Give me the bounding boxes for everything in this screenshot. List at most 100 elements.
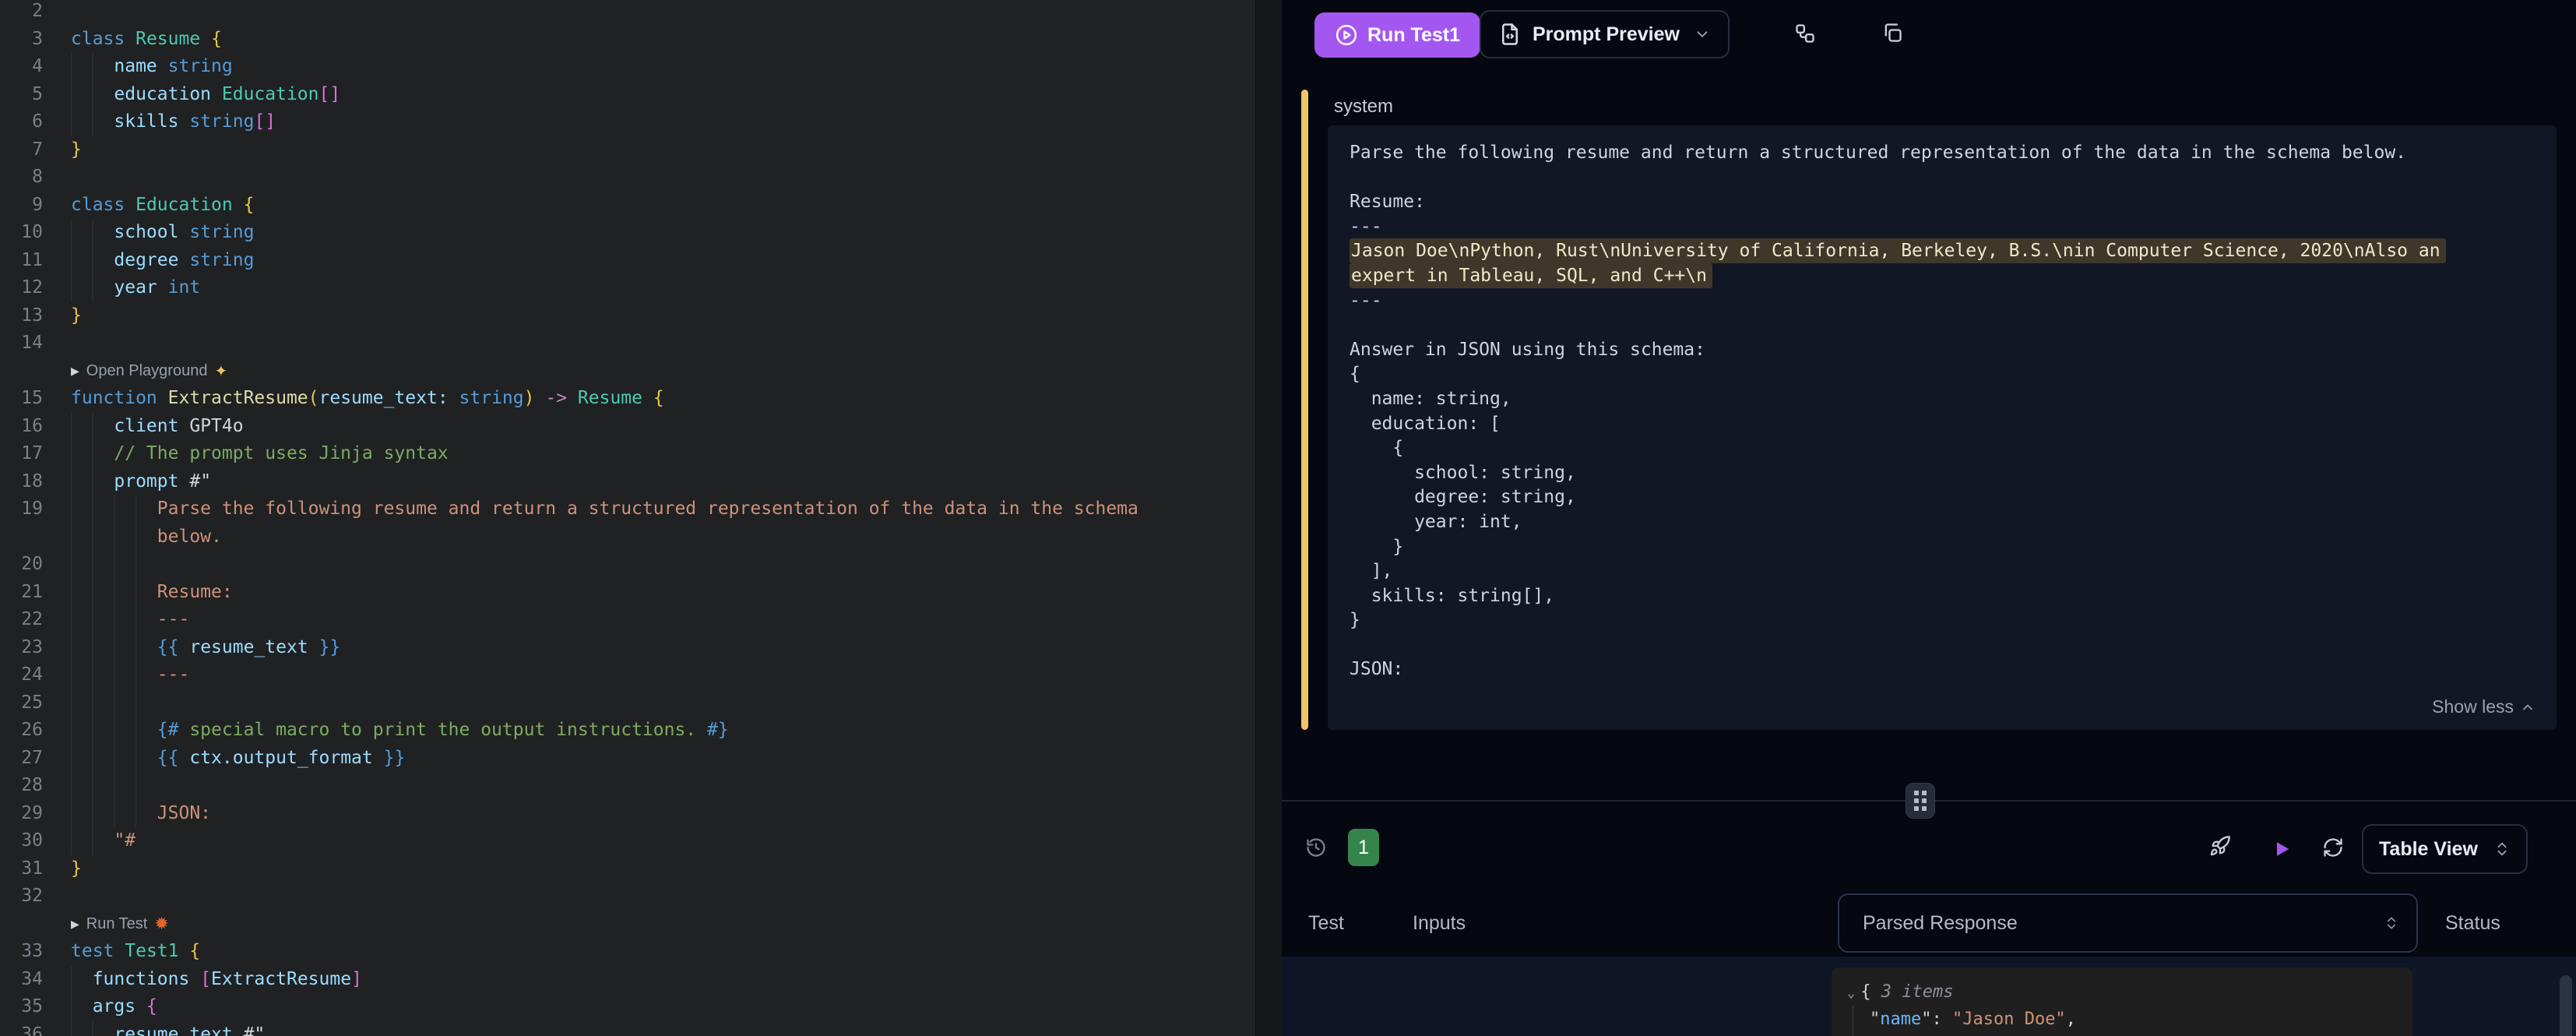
run-test-label: Run Test1 xyxy=(1367,24,1460,47)
prompt-text-line: --- xyxy=(1350,289,2557,314)
code-line: 30 "# xyxy=(0,827,1282,855)
code-line: 17 // The prompt uses Jinja syntax xyxy=(0,440,1282,468)
history-icon[interactable] xyxy=(1300,832,1332,863)
column-header-test: Test xyxy=(1308,912,1344,935)
prompt-text-line: year: int, xyxy=(1350,510,2557,535)
code-line: 8 xyxy=(0,164,1282,192)
code-line: 35 args { xyxy=(0,993,1282,1021)
copy-icon[interactable] xyxy=(1877,17,1908,48)
table-view-select[interactable]: Table View xyxy=(2362,824,2528,874)
code-line: 4 name string xyxy=(0,53,1282,81)
code-line: 7} xyxy=(0,136,1282,164)
lens-label: Run Test xyxy=(86,915,148,933)
prompt-preview-panel: system Parse the following resume and re… xyxy=(1301,90,2564,730)
line-number: 2 xyxy=(0,0,43,26)
code-line: 28 xyxy=(0,772,1282,800)
prompt-variable-highlight: Jason Doe\nPython, Rust\nUniversity of C… xyxy=(1350,239,2557,264)
code-line: 25 xyxy=(0,689,1282,717)
resize-grip-handle[interactable] xyxy=(1906,783,1935,819)
code-line: 6 skills string[] xyxy=(0,108,1282,136)
code-line: 12 year int xyxy=(0,274,1282,302)
boom-icon: ✹ xyxy=(154,914,168,934)
code-line: 32 xyxy=(0,883,1282,911)
code-line: 18 prompt #" xyxy=(0,468,1282,496)
line-number: 31 xyxy=(0,855,43,883)
code-lens-run-test[interactable]: ▶Run Test✹ xyxy=(0,911,1282,939)
parsed-response-label: Parsed Response xyxy=(1863,912,2018,935)
code-line: 3class Resume { xyxy=(0,26,1282,54)
prompt-lines: Parse the following resume and return a … xyxy=(1350,141,2557,682)
lens-label: Open Playground xyxy=(86,362,208,380)
line-number: 14 xyxy=(0,329,43,358)
line-number: 5 xyxy=(0,81,43,109)
prompt-text-line: ], xyxy=(1350,559,2557,584)
code-editor[interactable]: 23class Resume {4 name string5 education… xyxy=(0,0,1282,1036)
sort-chevrons-icon[interactable] xyxy=(2384,915,2399,931)
run-test-button[interactable]: Run Test1 xyxy=(1314,12,1480,58)
prompt-text-line: --- xyxy=(1350,215,2557,240)
line-number: 20 xyxy=(0,551,43,579)
show-less-button[interactable]: Show less xyxy=(2432,696,2536,717)
line-number: 12 xyxy=(0,274,43,302)
prompt-text-line xyxy=(1350,313,2557,338)
line-number: 7 xyxy=(0,136,43,164)
line-number: 4 xyxy=(0,53,43,81)
code-line: 27 {{ ctx.output_format }} xyxy=(0,745,1282,773)
run-all-play-icon[interactable] xyxy=(2267,833,2298,865)
code-line: 2 xyxy=(0,0,1282,26)
line-number: 25 xyxy=(0,689,43,717)
parsed-response-json-viewer[interactable]: ⌄{ 3 items"name": "Jason Doe","education… xyxy=(1832,967,2412,1036)
line-number: 11 xyxy=(0,247,43,275)
prompt-preview-dropdown[interactable]: Prompt Preview xyxy=(1480,10,1730,58)
line-number: 10 xyxy=(0,219,43,247)
code-line: 24 --- xyxy=(0,661,1282,689)
line-number: 26 xyxy=(0,717,43,745)
chevrons-up-down-icon xyxy=(2493,840,2511,858)
prompt-text-line: name: string, xyxy=(1350,387,2557,412)
prompt-text-line: skills: string[], xyxy=(1350,584,2557,609)
column-header-inputs: Inputs xyxy=(1413,912,1466,935)
json-tree-line: ⌄{ 3 items xyxy=(1847,978,2412,1006)
code-line: 20 xyxy=(0,551,1282,579)
code-line: 5 education Education[] xyxy=(0,81,1282,109)
line-number: 22 xyxy=(0,606,43,634)
code-line: 29 JSON: xyxy=(0,800,1282,828)
code-line: 16 client GPT4o xyxy=(0,413,1282,441)
role-accent-bar xyxy=(1301,90,1308,730)
json-tree-children: "name": "Jason Doe","education": [ 1 ite… xyxy=(1853,1006,2412,1036)
test-result-row[interactable]: ⌄{ 3 items"name": "Jason Doe","education… xyxy=(1282,957,2576,1036)
rocket-icon[interactable] xyxy=(2205,830,2236,862)
json-root: ⌄{ 3 items"name": "Jason Doe","education… xyxy=(1847,978,2412,1036)
playground-panel: Run Test1 Prompt Preview system Parse th… xyxy=(1282,0,2576,1036)
prompt-text-line: { xyxy=(1350,436,2557,461)
code-line: 26 {# special macro to print the output … xyxy=(0,717,1282,745)
editor-scrollbar[interactable] xyxy=(1255,0,1282,1036)
api-flow-icon[interactable] xyxy=(1789,18,1821,49)
prompt-variable-highlight: expert in Tableau, SQL, and C++\n xyxy=(1350,264,2557,289)
test-count-badge[interactable]: 1 xyxy=(1348,829,1379,866)
prompt-preview-label: Prompt Preview xyxy=(1533,23,1680,46)
line-number: 19 xyxy=(0,495,43,523)
line-number: 8 xyxy=(0,164,43,192)
json-tree-line: "education": [ 1 item xyxy=(1870,1033,2412,1036)
prompt-text-line: } xyxy=(1350,608,2557,633)
prompt-content: Parse the following resume and return a … xyxy=(1328,125,2557,730)
code-line: 15function ExtractResume(resume_text: st… xyxy=(0,385,1282,413)
line-number: 27 xyxy=(0,745,43,773)
prompt-text-line: education: [ xyxy=(1350,412,2557,437)
prompt-text-line: degree: string, xyxy=(1350,485,2557,510)
prompt-text-line: { xyxy=(1350,362,2557,387)
line-number: 30 xyxy=(0,827,43,855)
code-line: 14 xyxy=(0,329,1282,358)
line-number: 23 xyxy=(0,634,43,662)
code-line: 10 school string xyxy=(0,219,1282,247)
column-header-parsed-response[interactable]: Parsed Response xyxy=(1838,893,2418,953)
refresh-icon[interactable] xyxy=(2317,832,2349,863)
line-number: 33 xyxy=(0,938,43,966)
prompt-text-line: school: string, xyxy=(1350,461,2557,486)
code-lens-open-playground[interactable]: ▶Open Playground✦ xyxy=(0,358,1282,386)
prompt-text-line: Answer in JSON using this schema: xyxy=(1350,338,2557,363)
code-line: 34 functions [ExtractResume] xyxy=(0,966,1282,994)
line-number: 35 xyxy=(0,993,43,1021)
results-scrollbar-thumb[interactable] xyxy=(2560,975,2572,1036)
